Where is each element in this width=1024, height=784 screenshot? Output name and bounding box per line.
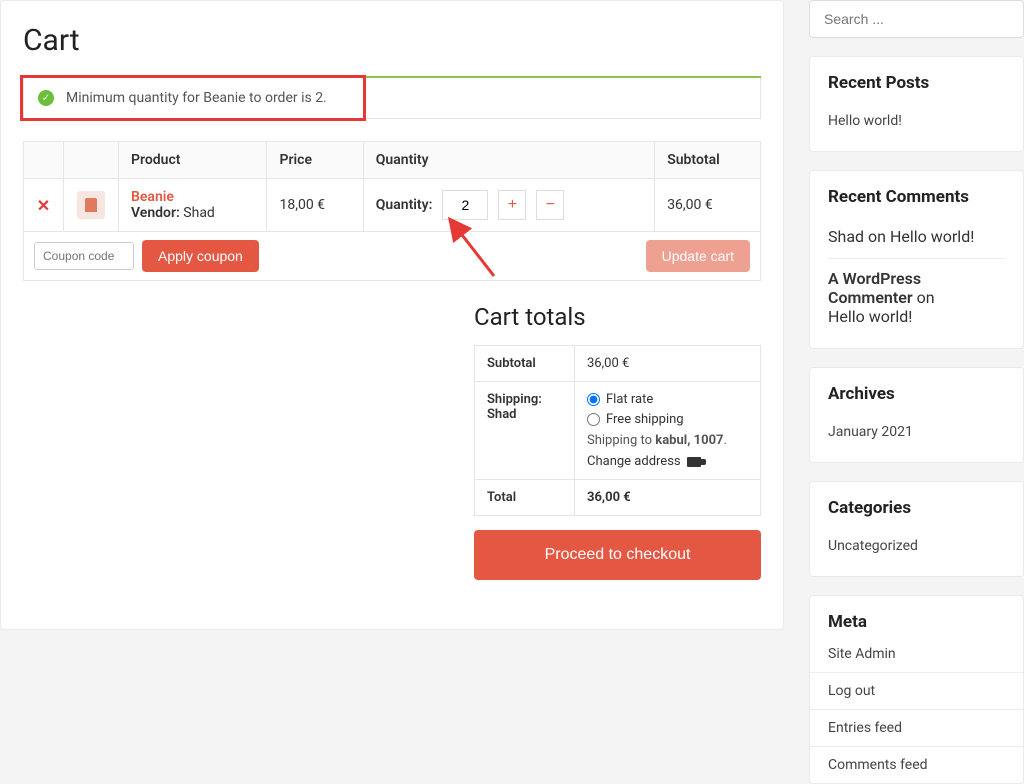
product-cell: Beanie Vendor: Shad <box>119 179 267 232</box>
col-quantity: Quantity <box>363 142 654 179</box>
quantity-increase-button[interactable]: + <box>498 190 526 220</box>
subtotal-cell: 36,00 € <box>655 179 761 232</box>
widget-meta: Meta Site Admin Log out Entries feed Com… <box>809 595 1024 784</box>
subtotal-label: Subtotal <box>475 346 575 382</box>
remove-item-button[interactable]: ✕ <box>37 196 50 215</box>
recent-posts-title: Recent Posts <box>828 73 1005 93</box>
col-thumb <box>64 142 119 179</box>
widget-recent-posts: Recent Posts Hello world! <box>809 56 1024 152</box>
check-icon: ✓ <box>38 90 54 106</box>
truck-icon <box>687 457 701 467</box>
notice-banner: ✓ Minimum quantity for Beanie to order i… <box>23 78 761 119</box>
cart-card: Cart ✓ Minimum quantity for Beanie to or… <box>0 0 784 630</box>
meta-title: Meta <box>828 612 1005 632</box>
bag-icon <box>85 198 97 212</box>
meta-link-site-admin[interactable]: Site Admin <box>810 646 1023 672</box>
meta-link-logout[interactable]: Log out <box>810 672 1023 709</box>
change-address-link[interactable]: Change address <box>587 454 701 469</box>
quantity-label: Quantity: <box>376 197 433 213</box>
quantity-decrease-button[interactable]: − <box>536 190 564 220</box>
col-remove <box>24 142 64 179</box>
quantity-input[interactable] <box>442 190 488 220</box>
total-value: 36,00 € <box>575 480 761 516</box>
archives-title: Archives <box>828 384 1005 404</box>
col-product: Product <box>119 142 267 179</box>
shipping-destination: Shipping to kabul, 1007. <box>587 433 748 448</box>
recent-post-link[interactable]: Hello world! <box>828 107 1005 135</box>
category-link[interactable]: Uncategorized <box>828 532 1005 560</box>
subtotal-value: 36,00 € <box>575 346 761 382</box>
total-label: Total <box>475 480 575 516</box>
widget-archives: Archives January 2021 <box>809 367 1024 463</box>
proceed-to-checkout-button[interactable]: Proceed to checkout <box>474 530 761 580</box>
cart-totals-title: Cart totals <box>474 303 761 331</box>
widget-categories: Categories Uncategorized <box>809 481 1024 577</box>
cart-table: Product Price Quantity Subtotal ✕ Beanie <box>23 141 761 232</box>
update-cart-button[interactable]: Update cart <box>646 240 750 272</box>
price-cell: 18,00 € <box>267 179 363 232</box>
recent-comment-item[interactable]: Shad on Hello world! <box>828 221 1005 252</box>
col-subtotal: Subtotal <box>655 142 761 179</box>
vendor-label: Vendor: <box>131 205 180 221</box>
widget-recent-comments: Recent Comments Shad on Hello world! A W… <box>809 170 1024 349</box>
cart-row: ✕ Beanie Vendor: Shad 18,00 € Quant <box>24 179 761 232</box>
notice-text: Minimum quantity for Beanie to order is … <box>66 90 327 106</box>
coupon-input[interactable] <box>34 242 134 270</box>
recent-comment-item[interactable]: A WordPress Commenter on Hello world! <box>828 258 1005 332</box>
page-title: Cart <box>23 23 761 58</box>
product-name-link[interactable]: Beanie <box>131 189 174 205</box>
shipping-flat-rate-radio[interactable] <box>587 393 600 406</box>
sidebar: Recent Posts Hello world! Recent Comment… <box>809 0 1024 662</box>
col-price: Price <box>267 142 363 179</box>
archive-link[interactable]: January 2021 <box>828 418 1005 446</box>
shipping-options: Flat rate Free shipping Shipping to kabu… <box>575 382 761 480</box>
product-thumbnail[interactable] <box>77 191 105 219</box>
recent-comments-title: Recent Comments <box>828 187 1005 207</box>
vendor-name: Shad <box>183 205 215 221</box>
cart-totals: Cart totals Subtotal 36,00 € Shipping: S… <box>474 303 761 580</box>
meta-link-entries-feed[interactable]: Entries feed <box>810 709 1023 746</box>
categories-title: Categories <box>828 498 1005 518</box>
flat-rate-label: Flat rate <box>606 392 653 407</box>
search-input[interactable] <box>809 0 1024 38</box>
shipping-free-radio[interactable] <box>587 413 600 426</box>
shipping-label: Shipping: Shad <box>475 382 575 480</box>
meta-link-comments-feed[interactable]: Comments feed <box>810 746 1023 783</box>
apply-coupon-button[interactable]: Apply coupon <box>142 240 259 272</box>
free-shipping-label: Free shipping <box>606 412 684 427</box>
cart-actions: Apply coupon Update cart <box>23 232 761 281</box>
quantity-cell: Quantity: + − <box>376 190 642 220</box>
